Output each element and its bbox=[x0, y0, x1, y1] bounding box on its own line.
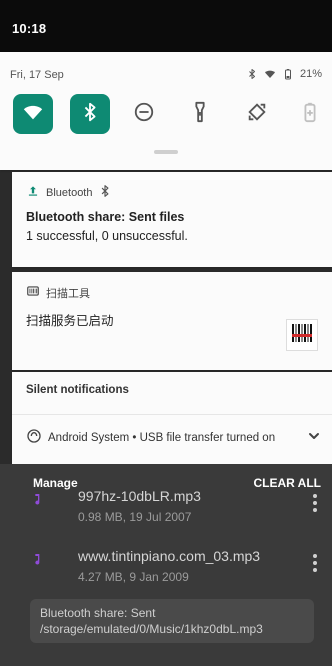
bluetooth-notification-text: 1 successful, 0 unsuccessful. bbox=[26, 229, 188, 243]
file-name: www.tintinpiano.com_03.mp3 bbox=[78, 548, 261, 564]
bluetooth-notification-header: Bluetooth bbox=[26, 184, 112, 201]
file-row-1[interactable]: 997hz-10dbLR.mp3 0.98 MB, 19 Jul 2007 bbox=[0, 474, 332, 534]
do-not-disturb-tile[interactable] bbox=[124, 94, 164, 134]
file-row-2[interactable]: www.tintinpiano.com_03.mp3 4.27 MB, 9 Ja… bbox=[0, 534, 332, 594]
quick-settings-tiles bbox=[0, 94, 332, 134]
upload-icon bbox=[26, 184, 40, 201]
kebab-dot bbox=[313, 501, 317, 505]
bluetooth-tile[interactable] bbox=[70, 94, 110, 134]
silent-notifications-label: Silent notifications bbox=[26, 384, 129, 396]
quick-settings-panel: Fri, 17 Sep 21% bbox=[0, 52, 332, 170]
scanner-app-name: 扫描工具 bbox=[46, 287, 90, 300]
silent-notification-row[interactable]: Android System • USB file transfer turne… bbox=[26, 428, 322, 447]
dnd-icon bbox=[133, 101, 155, 128]
wifi-icon bbox=[22, 101, 44, 128]
silent-notification-left: Android System • USB file transfer turne… bbox=[26, 428, 275, 447]
scanner-notification[interactable]: 扫描工具 扫描服务已启动 bbox=[12, 272, 332, 370]
wifi-status-icon bbox=[264, 68, 276, 80]
bluetooth-status-icon bbox=[246, 68, 258, 80]
rotate-icon bbox=[246, 101, 268, 128]
scanner-notification-text: 扫描服务已启动 bbox=[26, 314, 114, 328]
expand-chevron-button[interactable] bbox=[306, 430, 322, 446]
wifi-tile[interactable] bbox=[13, 94, 53, 134]
barcode-thumbnail bbox=[286, 319, 318, 351]
barcode-app-icon bbox=[26, 284, 40, 301]
file-meta: 4.27 MB, 9 Jan 2009 bbox=[78, 570, 189, 584]
scanner-notification-header: 扫描工具 bbox=[26, 284, 90, 301]
panel-drag-handle[interactable] bbox=[154, 150, 178, 154]
flashlight-icon bbox=[189, 101, 211, 128]
battery-saver-tile[interactable] bbox=[290, 94, 330, 134]
kebab-dot bbox=[313, 568, 317, 572]
more-options-button[interactable] bbox=[312, 494, 318, 512]
music-note-icon bbox=[30, 552, 46, 568]
file-name: 997hz-10dbLR.mp3 bbox=[78, 488, 201, 504]
battery-saver-icon bbox=[299, 101, 321, 128]
barcode-icon bbox=[289, 320, 315, 351]
bluetooth-icon bbox=[79, 101, 101, 128]
status-bar: 10:18 bbox=[0, 0, 332, 52]
more-options-button[interactable] bbox=[312, 554, 318, 572]
kebab-dot bbox=[313, 561, 317, 565]
bluetooth-share-toast: Bluetooth share: Sent /storage/emulated/… bbox=[30, 599, 314, 643]
silent-notification-text: Android System • USB file transfer turne… bbox=[48, 431, 276, 444]
battery-percent: 21% bbox=[299, 68, 322, 80]
chevron-down-icon bbox=[306, 428, 322, 447]
silent-notifications-card: Silent notifications Android System • US… bbox=[12, 372, 332, 464]
battery-status-icon bbox=[282, 68, 294, 80]
bluetooth-notification-title: Bluetooth share: Sent files bbox=[26, 210, 185, 224]
android-system-icon bbox=[26, 428, 42, 447]
file-meta: 0.98 MB, 19 Jul 2007 bbox=[78, 510, 192, 524]
status-time: 10:18 bbox=[12, 21, 47, 36]
background-file-list: Manage CLEAR ALL 997hz-10dbLR.mp3 0.98 M… bbox=[0, 464, 332, 666]
kebab-dot bbox=[313, 554, 317, 558]
music-note-icon bbox=[30, 492, 46, 508]
bluetooth-notification[interactable]: Bluetooth Bluetooth share: Sent files 1 … bbox=[12, 172, 332, 267]
bluetooth-app-name: Bluetooth bbox=[46, 186, 93, 199]
quick-settings-date: Fri, 17 Sep bbox=[10, 69, 64, 81]
silent-divider bbox=[12, 414, 332, 415]
bluetooth-small-icon bbox=[98, 184, 112, 201]
auto-rotate-tile[interactable] bbox=[237, 94, 277, 134]
kebab-dot bbox=[313, 508, 317, 512]
flashlight-tile[interactable] bbox=[180, 94, 220, 134]
kebab-dot bbox=[313, 494, 317, 498]
quick-settings-status-icons: 21% bbox=[246, 68, 322, 80]
